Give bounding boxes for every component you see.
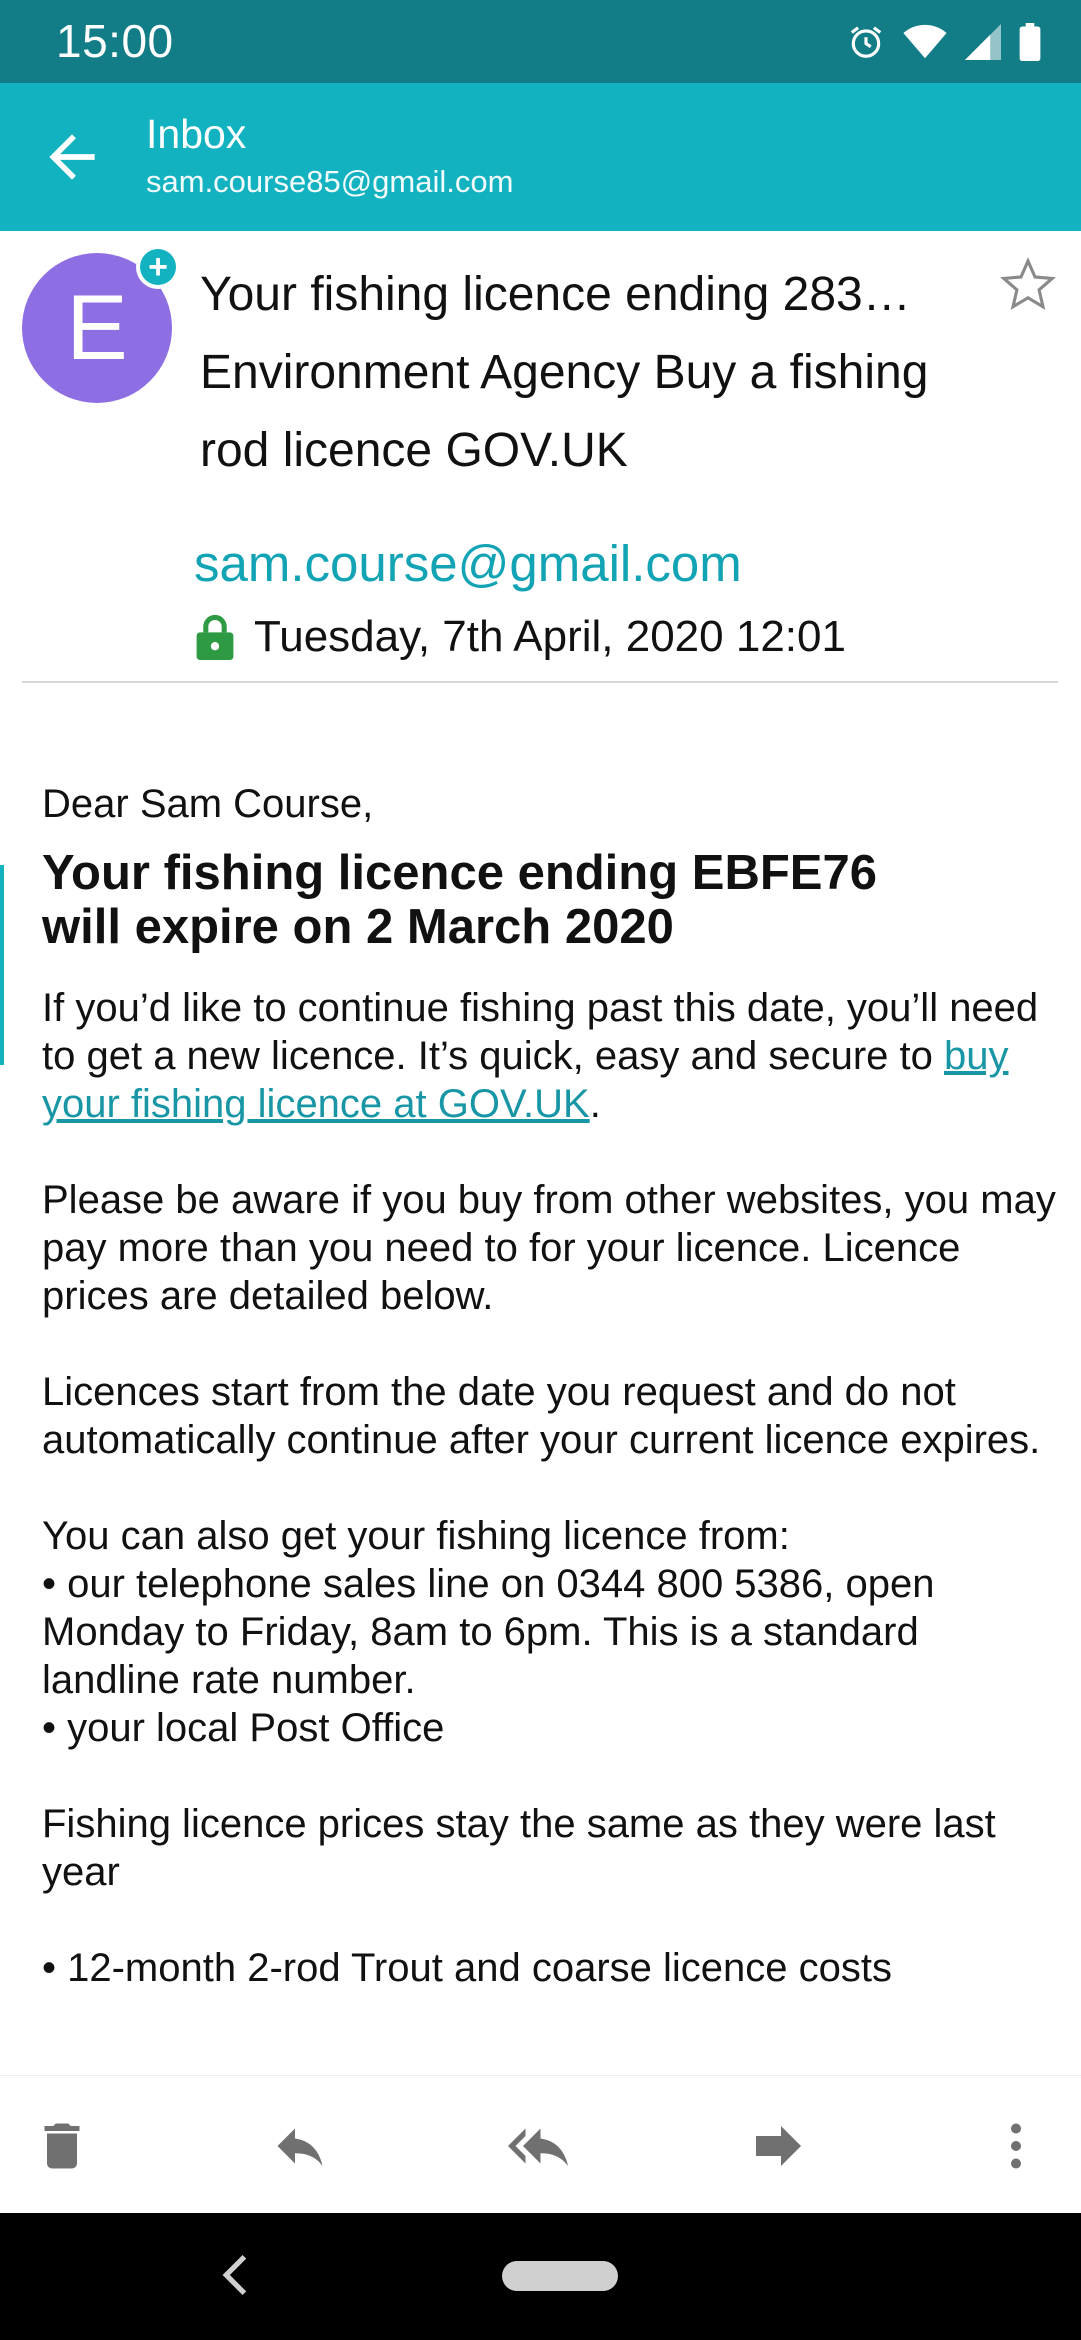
alarm-icon: [850, 26, 882, 58]
sender-email[interactable]: sam.course@gmail.com: [194, 534, 742, 593]
paragraph-5: Fishing licence prices stay the same as …: [42, 1802, 996, 1894]
signal-icon: [965, 24, 1001, 60]
heading-line-1: Your fishing licence ending EBFE76: [42, 846, 877, 900]
divider: [22, 681, 1058, 683]
subject-line-3: rod licence GOV.UK: [200, 424, 628, 477]
paragraph-2: Please be aware if you buy from other we…: [42, 1178, 1056, 1318]
paragraph-4-intro: You can also get your fishing licence fr…: [42, 1514, 790, 1558]
subject-line-2: Environment Agency Buy a fishing: [200, 346, 929, 399]
lock-icon: [196, 614, 234, 660]
bullet-price: • 12-month 2-rod Trout and coarse licenc…: [42, 1946, 892, 1990]
battery-icon: [1019, 23, 1041, 61]
message-body: Dear Sam Course, Your fishing licence en…: [42, 780, 1062, 1992]
paragraph-1-end: .: [589, 1082, 601, 1126]
paragraph-1: If you’d like to continue fishing past t…: [42, 984, 1062, 1128]
message-meta: Tuesday, 7th April, 2020 12:01: [196, 612, 846, 662]
app-bar: Inbox sam.course85@gmail.com: [0, 83, 1081, 231]
avatar-letter: E: [66, 277, 128, 379]
bullet-telephone: • our telephone sales line on 0344 800 5…: [42, 1562, 935, 1702]
add-contact-icon[interactable]: +: [136, 245, 180, 289]
scroll-indicator: [0, 865, 4, 1065]
system-nav-bar: [0, 2213, 1081, 2340]
more-icon[interactable]: [986, 2116, 1046, 2176]
status-icons: [847, 20, 1041, 64]
app-bar-title: Inbox: [146, 111, 247, 157]
delete-icon[interactable]: [32, 2116, 92, 2176]
account-email: sam.course85@gmail.com: [146, 164, 514, 199]
paragraph-1-text: If you’d like to continue fishing past t…: [42, 986, 1039, 1078]
nav-back-icon[interactable]: [216, 2249, 252, 2301]
forward-icon[interactable]: [746, 2116, 806, 2176]
greeting: Dear Sam Course,: [42, 782, 374, 826]
status-time: 15:00: [56, 15, 174, 67]
bullet-post-office: • your local Post Office: [42, 1706, 445, 1750]
body-heading: Your fishing licence ending EBFE76 will …: [42, 846, 1062, 954]
action-bar: [0, 2075, 1081, 2214]
star-icon[interactable]: [999, 255, 1057, 313]
reply-all-icon[interactable]: [508, 2116, 568, 2176]
back-arrow-icon[interactable]: [38, 123, 106, 191]
message-date: Tuesday, 7th April, 2020 12:01: [254, 612, 846, 661]
paragraph-3: Licences start from the date you request…: [42, 1370, 1041, 1462]
home-pill[interactable]: [502, 2261, 618, 2291]
heading-line-2: will expire on 2 March 2020: [42, 900, 674, 954]
status-bar: 15:00: [0, 0, 1081, 83]
message-subject: Your fishing licence ending 283… Environ…: [200, 256, 1000, 490]
reply-icon[interactable]: [270, 2116, 330, 2176]
wifi-icon: [903, 24, 947, 59]
subject-line-1: Your fishing licence ending 283…: [200, 268, 911, 321]
